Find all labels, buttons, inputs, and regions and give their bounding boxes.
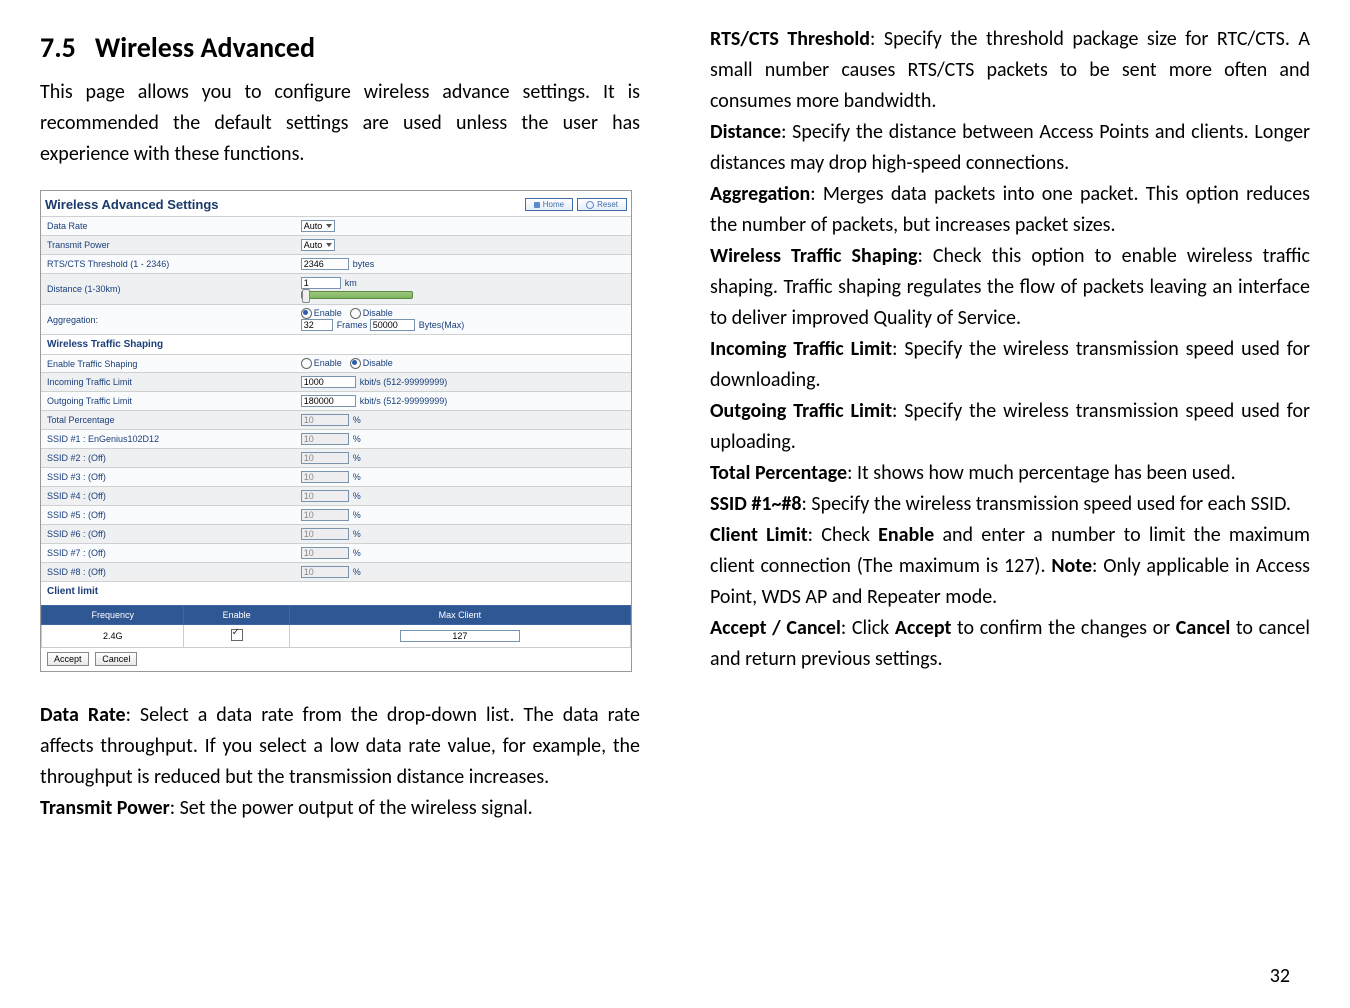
- aggregation-enable-radio[interactable]: [301, 308, 312, 319]
- agg-frames-input[interactable]: 32: [301, 319, 333, 331]
- right-column: RTS/CTS Threshold: Specify the threshold…: [710, 30, 1310, 824]
- aggregation-disable-radio[interactable]: [350, 308, 361, 319]
- ssid5-label: SSID #5 : (Off): [41, 506, 295, 525]
- ssid3-label: SSID #3 : (Off): [41, 468, 295, 487]
- description-block-right: RTS/CTS Threshold: Specify the threshold…: [710, 24, 1310, 675]
- total-pct-input[interactable]: 10: [301, 414, 349, 426]
- distance-slider[interactable]: [301, 291, 413, 299]
- cancel-button[interactable]: Cancel: [95, 652, 137, 666]
- accept-cancel-term: Accept / Cancel: [710, 616, 841, 640]
- ssid8-input[interactable]: 10: [301, 566, 349, 578]
- wts-term: Wireless Traffic Shaping: [710, 244, 917, 268]
- client-limit-term: Client Limit: [710, 523, 808, 547]
- enable-traffic-label: Enable Traffic Shaping: [41, 355, 295, 373]
- ssid2-label: SSID #2 : (Off): [41, 449, 295, 468]
- panel-title: Wireless Advanced Settings: [45, 197, 219, 212]
- client-section-header: Client limit: [41, 581, 631, 601]
- distance-input[interactable]: 1: [301, 277, 341, 289]
- intro-paragraph: This page allows you to configure wirele…: [40, 77, 640, 170]
- rts-term: RTS/CTS Threshold: [710, 27, 870, 51]
- ssid-term: SSID #1~#8: [710, 492, 802, 516]
- tp-term: Total Percentage: [710, 461, 847, 485]
- data-rate-select[interactable]: Auto: [301, 220, 336, 232]
- tx-power-term: Transmit Power: [40, 796, 170, 820]
- agg-bytes-input[interactable]: 50000: [370, 319, 415, 331]
- left-column: 7.5 Wireless Advanced This page allows y…: [40, 30, 640, 824]
- ssid1-label: SSID #1 : EnGenius102D12: [41, 430, 295, 449]
- section-heading: 7.5 Wireless Advanced: [40, 30, 640, 65]
- ssid7-label: SSID #7 : (Off): [41, 544, 295, 563]
- settings-screenshot: Wireless Advanced Settings Home Reset Da…: [40, 190, 632, 672]
- ssid2-input[interactable]: 10: [301, 452, 349, 464]
- ssid6-input[interactable]: 10: [301, 528, 349, 540]
- aggregation-label: Aggregation:: [41, 305, 295, 335]
- outgoing-input[interactable]: 180000: [301, 395, 356, 407]
- tx-power-label: Transmit Power: [41, 236, 295, 255]
- page-number: 32: [1270, 964, 1290, 988]
- chevron-down-icon: [326, 243, 332, 247]
- incoming-input[interactable]: 1000: [301, 376, 356, 388]
- chevron-down-icon: [326, 224, 332, 228]
- distance-term: Distance: [710, 120, 781, 144]
- section-number: 7.5: [40, 30, 76, 65]
- incoming-label: Incoming Traffic Limit: [41, 373, 295, 392]
- distance-label: Distance (1-30km): [41, 274, 295, 305]
- ssid1-input[interactable]: 10: [301, 433, 349, 445]
- tx-power-select[interactable]: Auto: [301, 239, 336, 251]
- rts-input[interactable]: 2346: [301, 258, 349, 270]
- itl-term: Incoming Traffic Limit: [710, 337, 892, 361]
- client-header-enable: Enable: [184, 606, 289, 625]
- total-pct-label: Total Percentage: [41, 411, 295, 430]
- max-client-input[interactable]: 127: [400, 630, 520, 642]
- outgoing-label: Outgoing Traffic Limit: [41, 392, 295, 411]
- otl-term: Outgoing Traffic Limit: [710, 399, 892, 423]
- client-header-max: Max Client: [289, 606, 630, 625]
- ssid4-label: SSID #4 : (Off): [41, 487, 295, 506]
- aggregation-term: Aggregation: [710, 182, 810, 206]
- data-rate-label: Data Rate: [41, 217, 295, 236]
- client-freq-cell: 2.4G: [42, 625, 184, 648]
- ssid5-input[interactable]: 10: [301, 509, 349, 521]
- client-header-freq: Frequency: [42, 606, 184, 625]
- home-button[interactable]: Home: [525, 198, 573, 211]
- reset-button[interactable]: Reset: [577, 198, 627, 211]
- ssid3-input[interactable]: 10: [301, 471, 349, 483]
- data-rate-term: Data Rate: [40, 703, 126, 727]
- client-enable-checkbox[interactable]: [231, 629, 243, 641]
- section-title-text: Wireless Advanced: [95, 30, 315, 65]
- traffic-section-header: Wireless Traffic Shaping: [41, 334, 631, 354]
- ssid7-input[interactable]: 10: [301, 547, 349, 559]
- accept-button[interactable]: Accept: [47, 652, 89, 666]
- description-block-left: Data Rate: Select a data rate from the d…: [40, 700, 640, 824]
- ssid8-label: SSID #8 : (Off): [41, 563, 295, 582]
- rts-label: RTS/CTS Threshold (1 - 2346): [41, 255, 295, 274]
- traffic-enable-radio[interactable]: [301, 358, 312, 369]
- ssid6-label: SSID #6 : (Off): [41, 525, 295, 544]
- ssid4-input[interactable]: 10: [301, 490, 349, 502]
- traffic-disable-radio[interactable]: [350, 358, 361, 369]
